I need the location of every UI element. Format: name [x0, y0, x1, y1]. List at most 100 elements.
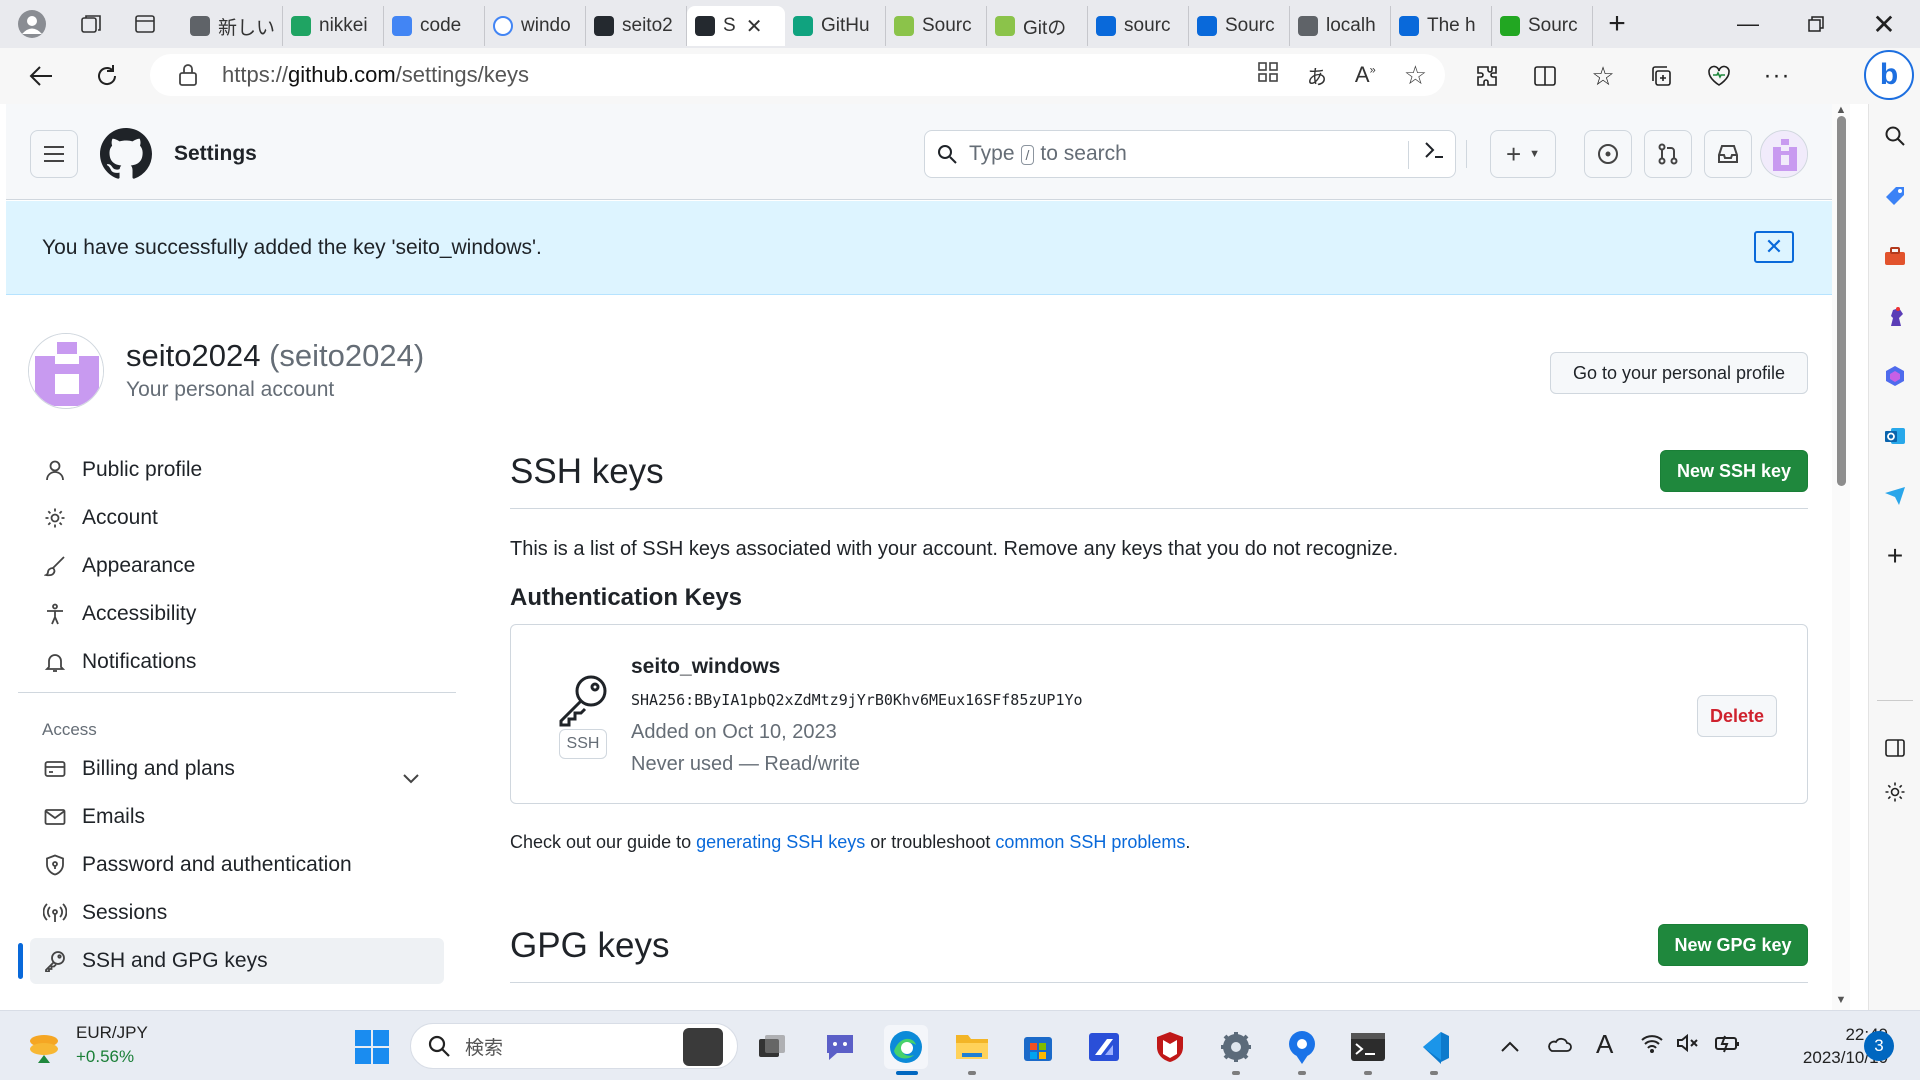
chevron-down-icon[interactable] — [402, 769, 420, 790]
translate-icon[interactable]: あ — [1307, 61, 1327, 90]
microsoft-365-icon[interactable] — [1869, 356, 1920, 396]
user-avatar[interactable] — [1760, 130, 1808, 178]
file-explorer-icon[interactable] — [950, 1025, 994, 1069]
sidebar-item-appearance[interactable]: Appearance — [30, 543, 444, 589]
terminal-icon[interactable] — [1346, 1025, 1390, 1069]
sidebar-search-icon[interactable] — [1869, 116, 1920, 156]
browser-tab[interactable]: Sourc — [886, 6, 987, 46]
outlook-icon[interactable] — [1869, 416, 1920, 456]
refresh-icon[interactable] — [86, 55, 128, 97]
sidebar-item-emails[interactable]: Emails — [30, 794, 444, 840]
ime-mode-icon[interactable]: A — [1596, 1029, 1613, 1060]
back-icon[interactable] — [20, 55, 62, 97]
favorite-star-icon[interactable]: ☆ — [1404, 60, 1427, 91]
new-ssh-key-button[interactable]: New SSH key — [1660, 450, 1808, 492]
notification-badge[interactable]: 3 — [1864, 1031, 1894, 1061]
shopping-tag-icon[interactable] — [1869, 176, 1920, 216]
account-avatar[interactable] — [28, 333, 104, 409]
page-scrollbar[interactable]: ▲ ▼ — [1832, 104, 1850, 1010]
profile-icon[interactable] — [0, 0, 64, 48]
collections-icon[interactable] — [1632, 52, 1690, 100]
drop-icon[interactable] — [1869, 476, 1920, 516]
create-new-button[interactable]: + ▼ — [1490, 130, 1556, 178]
github-logo-icon[interactable] — [100, 128, 152, 180]
copilot-icon[interactable]: b — [1864, 50, 1914, 100]
menu-icon[interactable] — [30, 130, 78, 178]
maps-pin-icon[interactable] — [1280, 1025, 1324, 1069]
sidebar-item-accessibility[interactable]: Accessibility — [30, 591, 444, 637]
sidebar-item-public-profile[interactable]: Public profile — [30, 447, 444, 493]
power-automate-icon[interactable] — [1082, 1025, 1126, 1069]
onedrive-icon[interactable] — [1546, 1033, 1572, 1059]
address-bar[interactable]: https://github.com/settings/keys あ A» ☆ — [150, 54, 1445, 96]
minimize-icon[interactable]: — — [1714, 0, 1782, 48]
sidebar-item-account[interactable]: Account — [30, 495, 444, 541]
browser-tab[interactable]: localh — [1290, 6, 1391, 46]
windows-start-icon[interactable] — [350, 1025, 394, 1069]
browser-tab[interactable]: Gitの — [987, 6, 1088, 46]
games-icon[interactable] — [1869, 296, 1920, 336]
lock-icon[interactable] — [178, 63, 198, 93]
close-tab-icon[interactable]: ✕ — [746, 14, 763, 39]
extensions-icon[interactable] — [1458, 52, 1516, 100]
battery-icon[interactable] — [1714, 1033, 1742, 1059]
read-aloud-icon[interactable]: A» — [1355, 62, 1376, 88]
browser-tab[interactable]: S ✕ — [687, 6, 785, 46]
pull-requests-button[interactable] — [1644, 130, 1692, 178]
weather-widget[interactable]: EUR/JPY +0.56% — [24, 1021, 194, 1071]
browser-tab[interactable]: code — [384, 6, 485, 46]
generating-ssh-keys-link[interactable]: generating SSH keys — [696, 832, 865, 852]
favorites-icon[interactable]: ☆ — [1574, 52, 1632, 100]
scroll-up-icon[interactable]: ▲ — [1835, 104, 1847, 116]
mcafee-icon[interactable] — [1148, 1025, 1192, 1069]
show-hidden-icons-icon[interactable] — [1500, 1033, 1520, 1059]
command-palette-icon[interactable] — [1423, 139, 1445, 167]
scroll-down-icon[interactable]: ▼ — [1835, 994, 1847, 1006]
sidebar-item-sessions[interactable]: Sessions — [30, 890, 444, 936]
browser-tab[interactable]: nikkei — [283, 6, 384, 46]
browser-tab[interactable]: sourc — [1088, 6, 1189, 46]
browser-tab[interactable]: 新しい — [182, 6, 283, 46]
browser-tab[interactable]: seito2 — [586, 6, 687, 46]
new-gpg-key-button[interactable]: New GPG key — [1658, 924, 1808, 966]
browser-tab[interactable]: GitHu — [785, 6, 886, 46]
hide-sidebar-icon[interactable] — [1869, 728, 1920, 768]
edge-browser-icon[interactable] — [884, 1025, 928, 1069]
browser-tab[interactable]: Sourc — [1492, 6, 1593, 46]
more-menu-icon[interactable]: ··· — [1748, 52, 1806, 100]
taskbar-search[interactable]: 検索 — [410, 1023, 738, 1069]
sidebar-item-ssh-and-gpg-keys[interactable]: SSH and GPG keys — [30, 938, 444, 984]
sidebar-settings-icon[interactable] — [1869, 772, 1920, 812]
tools-icon[interactable] — [1869, 236, 1920, 276]
workspaces-icon[interactable] — [64, 0, 118, 48]
scrollbar-thumb[interactable] — [1837, 116, 1846, 486]
vertical-tabs-icon[interactable] — [118, 0, 172, 48]
browser-tab[interactable]: windo — [485, 6, 586, 46]
search-input[interactable]: Type / to search — [924, 130, 1456, 178]
delete-key-button[interactable]: Delete — [1697, 695, 1777, 737]
browser-essentials-icon[interactable] — [1690, 52, 1748, 100]
teams-chat-icon[interactable] — [818, 1025, 862, 1069]
settings-app-icon[interactable] — [1214, 1025, 1258, 1069]
browser-tab[interactable]: Sourc — [1189, 6, 1290, 46]
page-title[interactable]: Settings — [174, 142, 257, 166]
sidebar-item-billing-and-plans[interactable]: Billing and plans — [30, 746, 444, 792]
split-screen-icon[interactable] — [1516, 52, 1574, 100]
flash-close-icon[interactable]: ✕ — [1754, 231, 1794, 263]
app-available-icon[interactable] — [1257, 61, 1279, 89]
volume-muted-icon[interactable] — [1676, 1033, 1700, 1059]
sidebar-item-notifications[interactable]: Notifications — [30, 639, 444, 685]
issues-button[interactable] — [1584, 130, 1632, 178]
close-window-icon[interactable]: ✕ — [1850, 0, 1918, 48]
common-ssh-problems-link[interactable]: common SSH problems — [995, 832, 1185, 852]
go-to-profile-button[interactable]: Go to your personal profile — [1550, 352, 1808, 394]
browser-tab[interactable]: The h — [1391, 6, 1492, 46]
vscode-icon[interactable] — [1412, 1025, 1456, 1069]
restore-icon[interactable] — [1782, 0, 1850, 48]
new-tab-icon[interactable]: + — [1593, 0, 1641, 48]
wifi-icon[interactable] — [1640, 1033, 1664, 1059]
task-view-icon[interactable] — [750, 1025, 794, 1069]
microsoft-store-icon[interactable] — [1016, 1025, 1060, 1069]
inbox-button[interactable] — [1704, 130, 1752, 178]
add-sidebar-app-icon[interactable]: + — [1869, 536, 1920, 576]
